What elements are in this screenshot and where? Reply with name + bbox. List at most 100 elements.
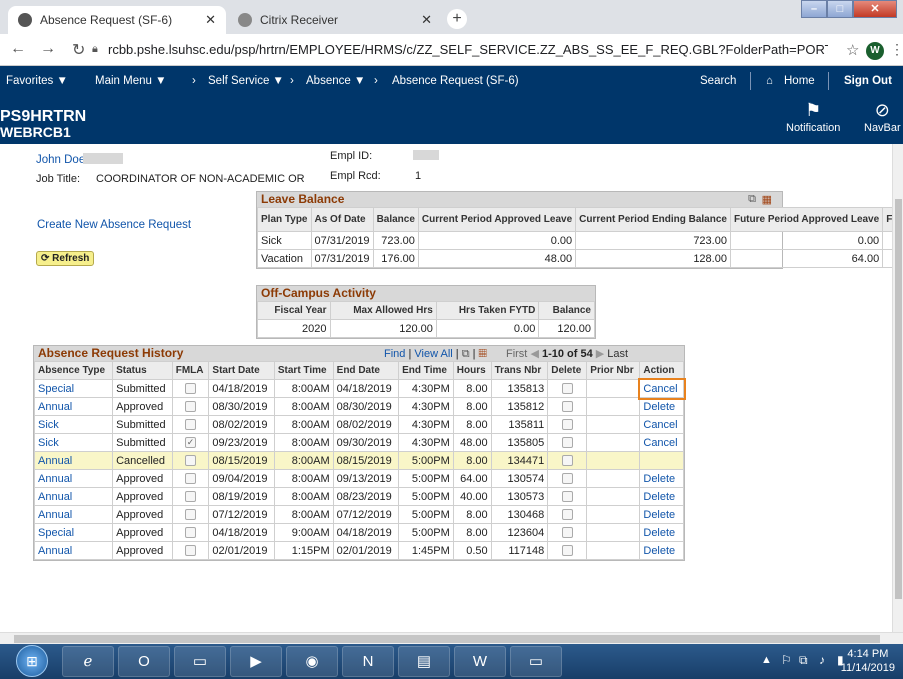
word-icon[interactable]: W bbox=[454, 646, 506, 677]
absence-type-link[interactable]: Sick bbox=[38, 419, 59, 431]
delete-checkbox[interactable] bbox=[561, 455, 573, 467]
delete-checkbox[interactable] bbox=[561, 473, 573, 485]
table-cell: 08/30/2019 bbox=[332, 397, 400, 416]
table-row: Annual Approved 07/12/2019 8:00AM 07/12/2019… bbox=[33, 505, 684, 524]
find-link[interactable]: Find bbox=[384, 348, 405, 360]
notification-button[interactable]: ⚑ Notification bbox=[786, 100, 840, 134]
table-cell: 135813 bbox=[490, 379, 549, 398]
delete-checkbox[interactable] bbox=[561, 527, 573, 539]
delete-checkbox[interactable] bbox=[561, 491, 573, 503]
address-bar[interactable]: rcbb.pshe.lsuhsc.edu/psp/hrtrn/EMPLOYEE/… bbox=[108, 39, 828, 61]
horizontal-scrollbar[interactable] bbox=[0, 632, 903, 644]
absence-type-link[interactable]: Annual bbox=[38, 455, 72, 467]
zoom-icon[interactable]: ⧉ bbox=[748, 193, 756, 206]
absence-type-link[interactable]: Annual bbox=[38, 473, 72, 485]
absence-type-link[interactable]: Sick bbox=[38, 437, 59, 449]
download-grid-icon[interactable]: ▦ bbox=[479, 348, 487, 360]
table-cell: 5:00PM bbox=[398, 523, 454, 542]
breadcrumb-separator: › bbox=[374, 75, 378, 87]
action-link[interactable]: Delete bbox=[643, 527, 675, 539]
action-link[interactable]: Cancel bbox=[643, 419, 677, 431]
maximize-button[interactable]: □ bbox=[827, 0, 853, 18]
table-cell: 123604 bbox=[490, 523, 549, 542]
home-icon[interactable]: ⌂ bbox=[766, 75, 773, 87]
action-link[interactable]: Delete bbox=[643, 491, 675, 503]
delete-checkbox[interactable] bbox=[561, 509, 573, 521]
last-link[interactable]: Last bbox=[607, 348, 628, 360]
explorer-icon[interactable]: ▭ bbox=[174, 646, 226, 677]
delete-checkbox[interactable] bbox=[561, 401, 573, 413]
minimize-button[interactable]: – bbox=[801, 0, 827, 18]
table-cell: 4:30PM bbox=[398, 397, 454, 416]
delete-checkbox[interactable] bbox=[561, 437, 573, 449]
tray-expand-icon[interactable]: ▲ bbox=[761, 654, 772, 666]
delete-checkbox[interactable] bbox=[561, 545, 573, 557]
favorites-menu[interactable]: Favorites ▼ bbox=[6, 75, 68, 87]
scroll-thumb[interactable] bbox=[14, 635, 880, 643]
action-link[interactable]: Delete bbox=[643, 545, 675, 557]
onenote-icon[interactable]: N bbox=[342, 646, 394, 677]
absence-type-link[interactable]: Special bbox=[38, 383, 74, 395]
search-link[interactable]: Search bbox=[700, 75, 736, 87]
back-arrow-icon[interactable]: ← bbox=[10, 40, 26, 58]
remote-desktop-icon[interactable]: ▭ bbox=[510, 646, 562, 677]
action-link[interactable]: Cancel bbox=[643, 383, 677, 395]
sign-out-link[interactable]: Sign Out bbox=[844, 75, 892, 87]
home-link[interactable]: Home bbox=[784, 75, 815, 87]
start-button[interactable]: ⊞ bbox=[16, 645, 48, 677]
forward-arrow-icon[interactable]: → bbox=[40, 40, 56, 58]
absence-type-link[interactable]: Annual bbox=[38, 545, 72, 557]
column-header: Start Time bbox=[273, 361, 334, 380]
taskbar-clock[interactable]: 4:14 PM 11/14/2019 bbox=[841, 647, 895, 675]
close-tab-icon[interactable]: ✕ bbox=[421, 12, 432, 28]
tab-absence-request[interactable]: Absence Request (SF-6) ✕ bbox=[8, 6, 226, 34]
close-tab-icon[interactable]: ✕ bbox=[205, 12, 216, 28]
first-link[interactable]: First bbox=[506, 348, 527, 360]
profile-avatar[interactable]: W bbox=[866, 42, 884, 60]
previous-arrow-icon[interactable]: ◀ bbox=[530, 348, 542, 360]
create-absence-request-link[interactable]: Create New Absence Request bbox=[37, 219, 191, 231]
next-arrow-icon[interactable]: ▶ bbox=[596, 348, 608, 360]
close-window-button[interactable]: ✕ bbox=[853, 0, 897, 18]
outlook-icon[interactable]: O bbox=[118, 646, 170, 677]
delete-checkbox[interactable] bbox=[561, 383, 573, 395]
fmla-checkbox bbox=[185, 455, 197, 467]
breadcrumb-absence[interactable]: Absence ▼ bbox=[306, 75, 365, 87]
main-menu[interactable]: Main Menu ▼ bbox=[95, 75, 166, 87]
tab-citrix-receiver[interactable]: Citrix Receiver ✕ bbox=[228, 6, 442, 34]
navbar-button[interactable]: ⊘ NavBar bbox=[864, 100, 901, 134]
notebook-icon[interactable]: ▤ bbox=[398, 646, 450, 677]
table-cell: 8.00 bbox=[452, 523, 492, 542]
absence-type-link[interactable]: Annual bbox=[38, 509, 72, 521]
speaker-icon[interactable]: ♪ bbox=[819, 653, 825, 667]
scroll-thumb[interactable] bbox=[895, 199, 902, 599]
action-link[interactable]: Delete bbox=[643, 401, 675, 413]
empl-rcd-label: Empl Rcd: bbox=[330, 170, 381, 182]
action-link[interactable]: Cancel bbox=[643, 437, 677, 449]
view-all-link[interactable]: View All bbox=[414, 348, 452, 360]
delete-checkbox[interactable] bbox=[561, 419, 573, 431]
breadcrumb-self-service[interactable]: Self Service ▼ bbox=[208, 75, 284, 87]
flag-tray-icon[interactable]: ⚐ bbox=[781, 653, 792, 667]
column-header: Plan Type bbox=[257, 207, 312, 232]
bookmark-star-icon[interactable]: ☆ bbox=[846, 41, 859, 59]
table-cell: Delete bbox=[639, 469, 684, 488]
windows-taskbar: ⊞ ℯ O ▭ ▶ ◉ N ▤ W ▭ ▲ ⚐ ⧉ ♪ ▮ 4:14 PM 11… bbox=[0, 644, 903, 679]
new-tab-button[interactable]: + bbox=[447, 9, 467, 29]
vertical-scrollbar[interactable] bbox=[892, 144, 903, 632]
media-player-icon[interactable]: ▶ bbox=[230, 646, 282, 677]
absence-type-link[interactable]: Special bbox=[38, 527, 74, 539]
ie-icon[interactable]: ℯ bbox=[62, 646, 114, 677]
action-link[interactable]: Delete bbox=[643, 509, 675, 521]
chrome-icon[interactable]: ◉ bbox=[286, 646, 338, 677]
action-link[interactable]: Delete bbox=[643, 473, 675, 485]
refresh-button[interactable]: ⟳ Refresh bbox=[36, 251, 95, 266]
absence-type-link[interactable]: Annual bbox=[38, 491, 72, 503]
browser-menu-icon[interactable]: ⋮ bbox=[890, 41, 903, 58]
network-icon[interactable]: ⧉ bbox=[799, 653, 808, 668]
citrix-icon bbox=[238, 13, 252, 27]
zoom-icon[interactable]: ⧉ bbox=[462, 348, 470, 360]
reload-icon[interactable]: ↻ bbox=[72, 40, 85, 60]
download-grid-icon[interactable]: ▦ bbox=[762, 193, 772, 206]
absence-type-link[interactable]: Annual bbox=[38, 401, 72, 413]
